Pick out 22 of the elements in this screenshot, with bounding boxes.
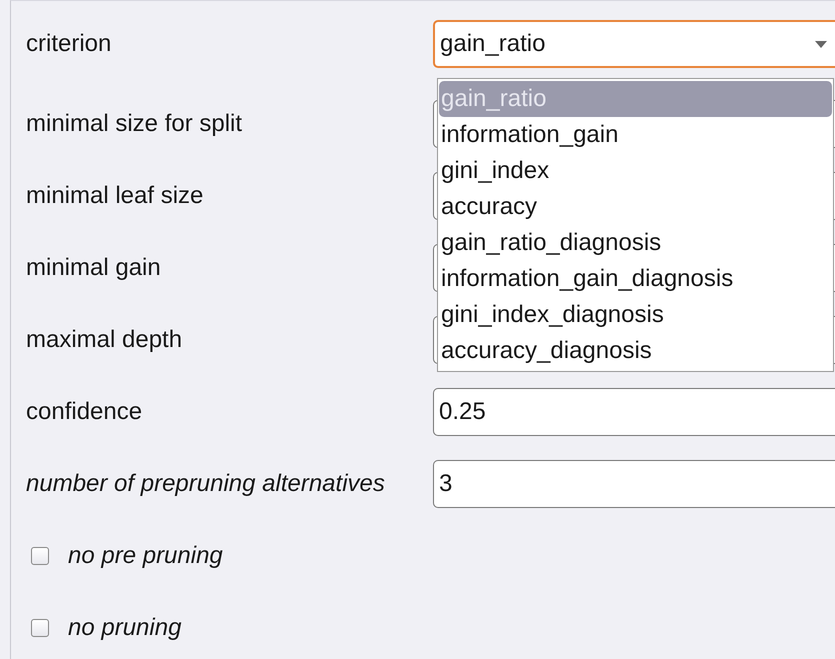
parameter-label: minimal gain [26, 254, 162, 282]
checkbox-label: no pruning [68, 614, 182, 642]
dropdown-option[interactable]: accuracy [439, 189, 832, 225]
number-field[interactable]: 0.25 [433, 388, 835, 436]
dropdown-option[interactable]: gain_ratio_diagnosis [439, 225, 832, 261]
parameter-label: maximal depth [26, 326, 184, 354]
checkbox-label: no pre pruning [68, 542, 223, 570]
dropdown-option[interactable]: gini_index [439, 153, 832, 189]
checkbox[interactable] [31, 619, 49, 637]
parameter-label: minimal size for split [26, 110, 244, 138]
dropdown-option[interactable]: information_gain [439, 117, 832, 153]
checkbox[interactable] [31, 547, 49, 565]
dropdown-option[interactable]: gini_index_diagnosis [439, 297, 832, 333]
dropdown-option[interactable]: information_gain_diagnosis [439, 261, 832, 297]
criterion-dropdown[interactable]: gain_ratio [433, 20, 835, 68]
dropdown-option[interactable]: accuracy_diagnosis [439, 333, 832, 369]
caret-icon [815, 40, 827, 48]
parameter-label: minimal leaf size [26, 182, 204, 210]
number-field[interactable]: 3 [433, 460, 835, 508]
parameter-label: number of prepruning alternatives [26, 470, 386, 498]
parameter-label: criterion [26, 30, 112, 58]
parameter-label: confidence [26, 398, 144, 426]
